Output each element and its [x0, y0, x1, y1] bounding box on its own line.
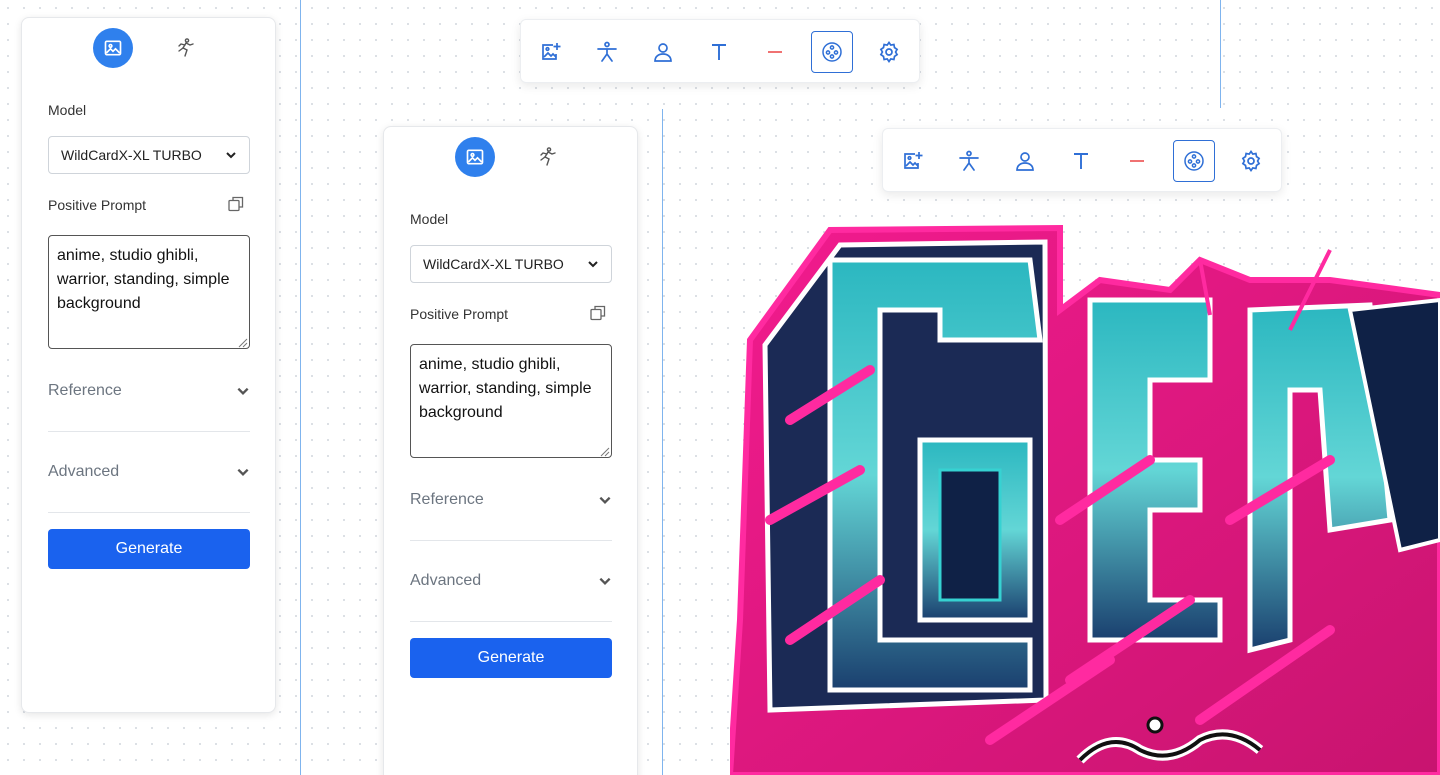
chevron-down-icon: [237, 468, 249, 476]
running-figure-icon: [178, 38, 194, 57]
model-select[interactable]: WildCardX-XL TURBO: [48, 136, 250, 174]
remove-tool[interactable]: [1116, 140, 1158, 182]
guide-line: [1220, 0, 1221, 108]
image-mode-button[interactable]: [93, 28, 133, 68]
person-tool[interactable]: [1004, 140, 1046, 182]
mode-tabs: [384, 137, 637, 177]
copy-icon[interactable]: [589, 304, 607, 322]
render-reel-icon: [822, 42, 842, 62]
reference-label: Reference: [410, 491, 484, 508]
pose-mode-button[interactable]: [527, 137, 567, 177]
render-tool[interactable]: [1173, 140, 1215, 182]
reference-section-toggle[interactable]: Reference: [410, 460, 612, 541]
chevron-down-icon: [599, 496, 611, 504]
reference-section-toggle[interactable]: Reference: [48, 351, 250, 432]
model-label: Model: [48, 102, 87, 118]
generate-button[interactable]: Generate: [410, 638, 612, 678]
text-tool[interactable]: [698, 31, 740, 73]
canvas-toolbar: [520, 19, 920, 83]
reference-label: Reference: [48, 382, 122, 399]
model-label: Model: [410, 211, 449, 227]
pose-figure-icon: [597, 41, 617, 62]
chevron-down-icon: [588, 261, 598, 268]
generation-panel: Model WildCardX-XL TURBO Positive Prompt…: [383, 126, 638, 775]
positive-prompt-label: Positive Prompt: [410, 306, 509, 322]
render-reel-icon: [1184, 151, 1204, 171]
generation-panel: Model WildCardX-XL TURBO Positive Prompt…: [21, 17, 276, 713]
remove-tool[interactable]: [754, 31, 796, 73]
add-image-tool[interactable]: [530, 31, 572, 73]
person-icon: [654, 43, 672, 62]
chevron-down-icon: [237, 387, 249, 395]
advanced-label: Advanced: [410, 572, 482, 589]
pose-tool[interactable]: [948, 140, 990, 182]
mode-tabs: [22, 28, 275, 68]
settings-tool[interactable]: [1230, 140, 1272, 182]
gear-icon: [1241, 150, 1261, 172]
person-icon: [1016, 152, 1034, 171]
minus-icon: [768, 51, 782, 53]
chevron-down-icon: [599, 577, 611, 585]
pose-figure-icon: [959, 150, 979, 171]
model-select-value: WildCardX-XL TURBO: [61, 147, 202, 163]
person-tool[interactable]: [642, 31, 684, 73]
text-tool[interactable]: [1060, 140, 1102, 182]
render-tool[interactable]: [811, 31, 853, 73]
advanced-section-toggle[interactable]: Advanced: [48, 432, 250, 513]
text-icon: [1074, 153, 1088, 169]
advanced-label: Advanced: [48, 463, 120, 480]
pose-tool[interactable]: [586, 31, 628, 73]
text-icon: [712, 44, 726, 60]
positive-prompt-input[interactable]: anime, studio ghibli, warrior, standing,…: [410, 344, 612, 458]
add-image-icon: [542, 43, 561, 60]
copy-icon[interactable]: [227, 195, 245, 213]
resize-grip-icon[interactable]: [236, 336, 248, 348]
gear-icon: [879, 41, 899, 63]
image-icon: [466, 149, 484, 165]
model-select-value: WildCardX-XL TURBO: [423, 256, 564, 272]
image-mode-button[interactable]: [455, 137, 495, 177]
advanced-section-toggle[interactable]: Advanced: [410, 541, 612, 622]
generated-artwork[interactable]: [730, 220, 1440, 775]
add-image-icon: [904, 152, 923, 169]
image-icon: [104, 40, 122, 56]
running-figure-icon: [540, 147, 556, 166]
guide-line: [662, 109, 663, 775]
minus-icon: [1130, 160, 1144, 162]
chevron-down-icon: [226, 152, 236, 159]
model-select[interactable]: WildCardX-XL TURBO: [410, 245, 612, 283]
canvas-toolbar: [882, 128, 1282, 192]
settings-tool[interactable]: [868, 31, 910, 73]
positive-prompt-label: Positive Prompt: [48, 197, 147, 213]
guide-line: [300, 0, 301, 775]
generate-button[interactable]: Generate: [48, 529, 250, 569]
positive-prompt-input[interactable]: anime, studio ghibli, warrior, standing,…: [48, 235, 250, 349]
resize-grip-icon[interactable]: [598, 445, 610, 457]
add-image-tool[interactable]: [892, 140, 934, 182]
pose-mode-button[interactable]: [165, 28, 205, 68]
